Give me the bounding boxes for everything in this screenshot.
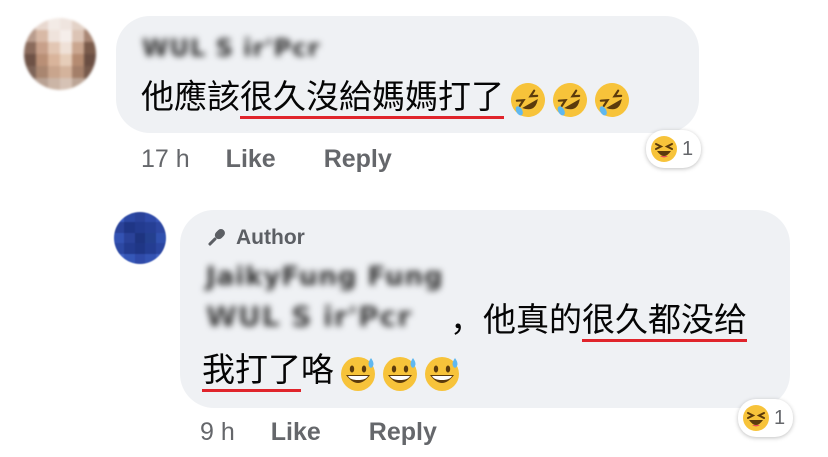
comment-meta: 9 h Like Reply xyxy=(200,418,485,447)
comment-timestamp[interactable]: 17 h xyxy=(141,145,190,174)
comment-text-plain: ，他真的 xyxy=(450,300,582,339)
like-button[interactable]: Like xyxy=(271,418,321,447)
comment-author-name[interactable]: WUL S ir'Pcr xyxy=(142,34,320,62)
rolling-on-floor-laughing-icon xyxy=(595,83,629,117)
emoji-group xyxy=(338,348,464,396)
laughing-face-icon xyxy=(743,405,769,431)
rolling-on-floor-laughing-icon xyxy=(511,83,545,117)
author-badge-label: Author xyxy=(236,226,305,249)
comment-text: 他應該很久沒給媽媽打了 xyxy=(141,73,634,123)
like-button[interactable]: Like xyxy=(226,145,276,174)
comment-text-plain: 他應該 xyxy=(141,77,240,116)
grinning-sweat-icon xyxy=(425,357,459,391)
avatar[interactable] xyxy=(114,212,166,264)
rolling-on-floor-laughing-icon xyxy=(553,83,587,117)
reaction-count: 1 xyxy=(682,137,694,160)
comment-author-name[interactable]: JaikyFung Fung xyxy=(206,262,444,292)
comment-text-underlined: 我打了 xyxy=(202,350,301,389)
comment-text-line: 我打了咯 xyxy=(202,346,464,396)
comment-text-line: ，他真的很久都没给 xyxy=(450,296,747,344)
reply-button[interactable]: Reply xyxy=(369,418,437,447)
reaction-summary[interactable]: 1 xyxy=(738,399,794,437)
emoji-group xyxy=(508,75,634,123)
avatar[interactable] xyxy=(24,18,96,90)
reaction-count: 1 xyxy=(774,406,786,429)
comment-text-plain: 咯 xyxy=(301,350,334,389)
reply-button[interactable]: Reply xyxy=(324,145,392,174)
reaction-summary[interactable]: 1 xyxy=(646,130,702,168)
author-badge: Author xyxy=(204,226,305,250)
mention-link[interactable]: WUL S ir'Pcr xyxy=(206,300,412,333)
grinning-sweat-icon xyxy=(341,357,375,391)
microphone-icon xyxy=(208,229,225,246)
comment-text-underlined: 很久都没给 xyxy=(582,300,747,339)
comment-text-underlined: 很久沒給媽媽打了 xyxy=(240,77,504,116)
laughing-face-icon xyxy=(651,136,677,162)
grinning-sweat-icon xyxy=(383,357,417,391)
comment-timestamp[interactable]: 9 h xyxy=(200,418,235,447)
comment-meta: 17 h Like Reply xyxy=(141,145,440,174)
